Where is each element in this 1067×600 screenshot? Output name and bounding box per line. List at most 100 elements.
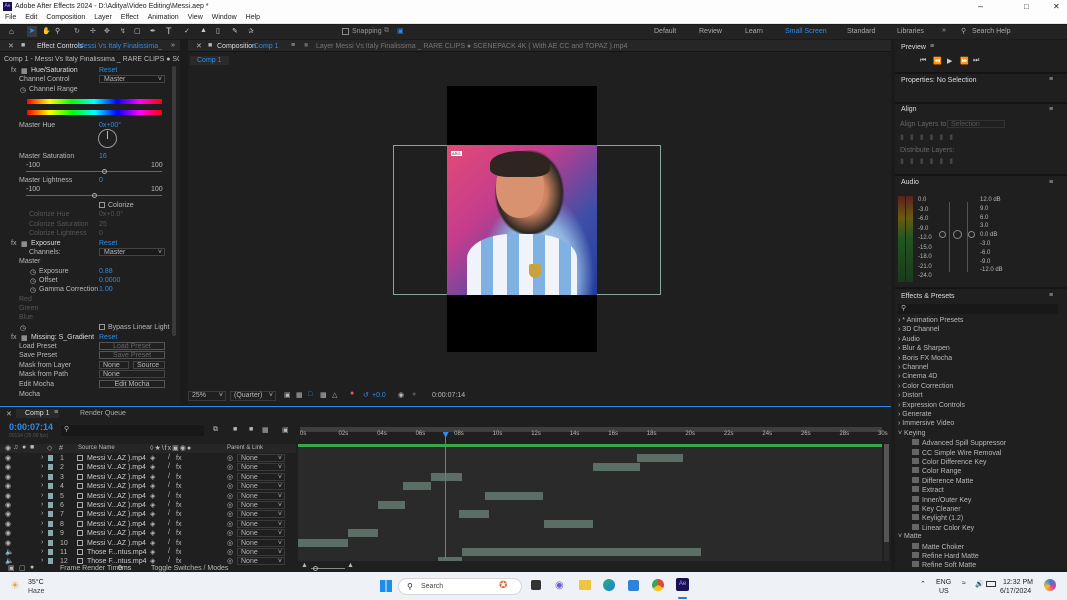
parent-dropdown[interactable]: None ˅ <box>237 472 285 481</box>
layer-name[interactable]: Messi V...AZ ).mp4 <box>87 455 146 462</box>
eye-icon[interactable]: ◉ <box>5 539 11 547</box>
toggle-guides-icon[interactable]: ▩ <box>320 391 327 399</box>
parent-dropdown[interactable]: None ˅ <box>237 491 285 500</box>
panel-close-icon[interactable]: ✕ <box>196 42 202 50</box>
zoom-in-icon[interactable]: ▲ <box>347 562 354 569</box>
menu-help[interactable]: Help <box>246 14 260 21</box>
parent-dropdown[interactable]: None ˅ <box>237 510 285 519</box>
effect-category[interactable]: › Boris FX Mocha <box>898 355 952 362</box>
menu-window[interactable]: Window <box>212 14 237 21</box>
fx-switch-icon[interactable]: fx <box>176 502 181 509</box>
layer-name[interactable]: Messi V...AZ ).mp4 <box>87 502 146 509</box>
pen-tool-icon[interactable]: ✒ <box>150 27 156 35</box>
comp-subtab[interactable]: Comp 1 <box>190 56 229 65</box>
graph-editor-icon[interactable]: ▣ <box>282 426 289 434</box>
reset-button[interactable]: Reset <box>99 240 117 247</box>
effect-item[interactable]: Color Range <box>904 467 961 475</box>
effect-item[interactable]: Inner/Outer Key <box>904 495 971 504</box>
parent-dropdown[interactable]: None ˅ <box>237 482 285 491</box>
channel-range-gradient[interactable] <box>27 99 162 104</box>
parent-dropdown[interactable]: None ˅ <box>237 557 285 566</box>
quality-switch-icon[interactable]: / <box>168 539 170 546</box>
effect-item[interactable]: Refine Hard Matte <box>904 552 979 560</box>
chrome-icon[interactable] <box>652 579 664 591</box>
panel-menu-icon[interactable]: ≡ <box>930 43 934 50</box>
mask-layer-dropdown[interactable]: None <box>99 361 129 369</box>
expand-chevron-icon[interactable]: › <box>41 473 43 480</box>
param-group[interactable]: Red <box>19 296 32 303</box>
panel-menu-icon[interactable]: ≡ <box>1049 106 1053 113</box>
quality-switch-icon[interactable]: / <box>168 557 170 564</box>
channel-control-dropdown[interactable]: Master ˅ <box>99 75 165 83</box>
layer-tab-lock-icon[interactable]: ■ <box>304 42 308 49</box>
effect-item[interactable]: Linear Color Key <box>904 523 974 532</box>
shy-switch-icon[interactable]: ◈ <box>150 510 155 518</box>
layer-switch-icon[interactable]: ● <box>30 564 34 571</box>
layer-name[interactable]: Messi V...AZ ).mp4 <box>87 464 146 471</box>
shy-switch-icon[interactable]: ◈ <box>150 492 155 500</box>
timecode-display[interactable]: 0:00:07:14 <box>9 422 53 432</box>
audio-slider-right[interactable] <box>967 202 968 272</box>
effect-item[interactable]: Matte Choker <box>904 542 964 551</box>
layer-row[interactable]: ◉ › 9 Messi V...AZ ).mp4 ◈ / fx ◎ None ˅ <box>0 529 296 538</box>
effect-item[interactable]: Difference Matte <box>904 476 973 485</box>
effect-item[interactable]: Advanced Spill Suppressor <box>904 439 1006 447</box>
play-icon[interactable]: ▶ <box>947 57 952 65</box>
quality-switch-icon[interactable]: / <box>168 548 170 555</box>
hand-tool-icon[interactable]: ✋ <box>42 27 51 35</box>
task-view-icon[interactable] <box>531 580 541 590</box>
transparency-grid-icon[interactable]: ▦ <box>296 391 303 399</box>
render-queue-tab[interactable]: Render Queue <box>80 410 126 417</box>
panel-close-icon[interactable]: ✕ <box>6 410 12 418</box>
pan-behind-tool-icon[interactable]: ✥ <box>104 27 110 35</box>
parent-dropdown[interactable]: None ˅ <box>237 529 285 538</box>
shy-switch-icon[interactable]: ◈ <box>150 463 155 471</box>
lock-icon[interactable]: ■ <box>21 42 25 49</box>
workspace-overflow-icon[interactable]: » <box>942 27 946 34</box>
panel-close-icon[interactable]: ✕ <box>8 42 14 50</box>
master-saturation-value[interactable]: 16 <box>99 153 107 160</box>
layer-name[interactable]: Messi V...AZ ).mp4 <box>87 483 146 490</box>
workspace-small-screen[interactable]: Small Screen <box>785 28 827 35</box>
shy-switch-icon[interactable]: ◈ <box>150 539 155 547</box>
search-help-icon[interactable]: ⚲ <box>961 27 966 35</box>
align-buttons-icon[interactable]: ▮▮▮▮▮▮ <box>900 133 959 141</box>
language-top[interactable]: ENG <box>936 579 951 586</box>
3d-view-icon[interactable]: △ <box>332 391 337 399</box>
snapping-checkbox[interactable] <box>342 28 349 35</box>
region-of-interest-icon[interactable]: ▣ <box>284 391 291 399</box>
render-settings-icon[interactable]: ▣ <box>8 564 15 572</box>
shy-switch-icon[interactable]: ◈ <box>150 548 155 556</box>
fx-switch-icon[interactable]: fx <box>176 464 181 471</box>
eraser-tool-icon[interactable]: ▯ <box>216 27 220 35</box>
frame-blending-icon[interactable]: ▦ <box>262 426 269 434</box>
layer-name[interactable]: Messi V...AZ ).mp4 <box>87 540 146 547</box>
label-color[interactable] <box>48 492 53 499</box>
shy-switch-icon[interactable]: ◈ <box>150 454 155 462</box>
layer-name[interactable]: Messi V...AZ ).mp4 <box>87 474 146 481</box>
source-name-header[interactable]: Source Name <box>78 445 115 451</box>
eye-icon[interactable]: ◉ <box>5 529 11 537</box>
taskbar-search-box[interactable]: ⚲ Search ✪ <box>398 578 522 595</box>
stopwatch-icon[interactable]: ◷ <box>20 324 26 332</box>
expand-chevron-icon[interactable]: › <box>41 501 43 508</box>
selection-tool-icon[interactable]: ➤ <box>27 26 37 37</box>
effect-item[interactable]: Refine Soft Matte <box>904 561 976 569</box>
audio-icon[interactable]: 🔈 <box>5 548 14 556</box>
effect-category[interactable]: › Channel <box>898 364 928 371</box>
layer-name[interactable]: Messi V...AZ ).mp4 <box>87 493 146 500</box>
work-area-bar[interactable] <box>300 427 882 432</box>
effect-category[interactable]: › Audio <box>898 336 920 343</box>
pickwhip-icon[interactable]: ◎ <box>227 473 233 481</box>
audio-slider-knob[interactable] <box>939 231 946 238</box>
effects-search-input[interactable]: ⚲ <box>898 304 1058 314</box>
quality-switch-icon[interactable]: / <box>168 501 170 508</box>
audio-slider-knob[interactable] <box>968 231 975 238</box>
expand-chevron-icon[interactable]: › <box>41 482 43 489</box>
parent-dropdown[interactable]: None ˅ <box>237 501 285 509</box>
layer-duration-bar[interactable] <box>484 491 544 500</box>
eye-icon[interactable]: ◉ <box>5 520 11 528</box>
save-preset-button[interactable]: Save Preset <box>99 351 165 359</box>
pickwhip-icon[interactable]: ◎ <box>227 529 233 537</box>
saturation-slider[interactable] <box>26 169 162 174</box>
